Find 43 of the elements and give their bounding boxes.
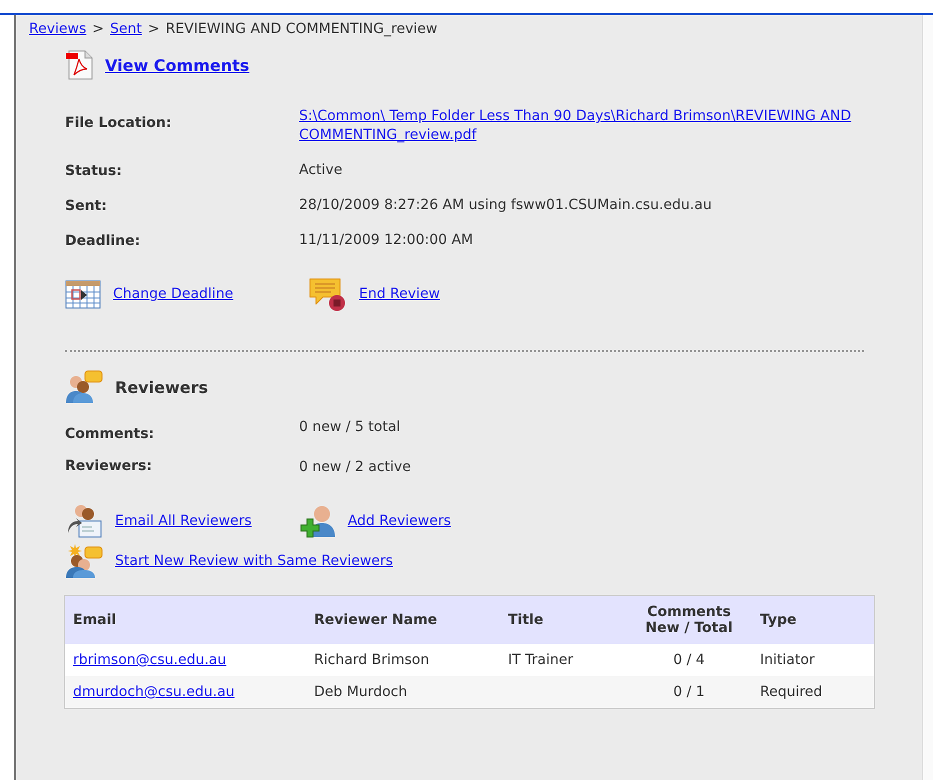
view-comments-link[interactable]: View Comments [105, 56, 250, 74]
people-chat-icon [65, 543, 103, 579]
field-value: 0 new / 5 total [299, 418, 402, 437]
table-cell: 0 / 4 [673, 652, 705, 668]
action-link[interactable]: Change Deadline [113, 286, 234, 302]
field-value: 0 new / 2 active [299, 458, 412, 477]
field-value: 11/11/2009 12:00:00 AM [299, 231, 474, 250]
table-cell: IT Trainer [508, 652, 574, 668]
section-title: Reviewers [115, 378, 208, 396]
breadcrumb-link[interactable]: Sent [110, 21, 142, 37]
field-label: Status: [65, 162, 123, 179]
action-link[interactable]: Start New Review with Same Reviewers [115, 553, 393, 569]
chat-stop-icon [307, 276, 347, 312]
column-header: Comments New / Total [645, 604, 733, 636]
column-header: Reviewer Name [314, 612, 438, 628]
action-link[interactable]: Add Reviewers [348, 513, 451, 529]
people-mail-icon [65, 503, 103, 539]
breadcrumb-link[interactable]: Reviews [29, 21, 86, 37]
calendar-icon [65, 278, 101, 310]
table-cell: Required [760, 684, 822, 700]
breadcrumb-separator: > [92, 21, 104, 37]
field-label: Deadline: [65, 232, 142, 249]
pdf-file-icon [65, 49, 95, 81]
field-label: File Location: [65, 114, 172, 131]
breadcrumb-current: REVIEWING AND COMMENTING_review [166, 21, 438, 37]
table-cell: Initiator [760, 652, 815, 668]
breadcrumb-separator: > [148, 21, 160, 37]
table-cell: Richard Brimson [314, 652, 430, 668]
column-header: Title [508, 612, 544, 628]
action-link[interactable]: End Review [359, 286, 440, 302]
file-location-link[interactable]: S:\Common\ Temp Folder Less Than 90 Days\Richard Brimson\REVIEWING AND COMMENTING_review.pdf [299, 107, 909, 145]
field-label: Reviewers: [65, 458, 153, 474]
people-chat-icon [65, 370, 103, 404]
table-cell: 0 / 1 [673, 684, 705, 700]
table-cell: Deb Murdoch [314, 684, 408, 700]
column-header: Email [73, 612, 116, 628]
field-value: Active [299, 161, 344, 180]
field-label: Sent: [65, 197, 108, 214]
field-value: 28/10/2009 8:27:26 AM using fsww01.CSUMain.csu.edu.au [299, 196, 713, 215]
action-link[interactable]: Email All Reviewers [115, 513, 252, 529]
field-label: Comments: [65, 425, 156, 442]
column-header: Type [760, 612, 797, 628]
person-plus-icon [300, 504, 336, 538]
